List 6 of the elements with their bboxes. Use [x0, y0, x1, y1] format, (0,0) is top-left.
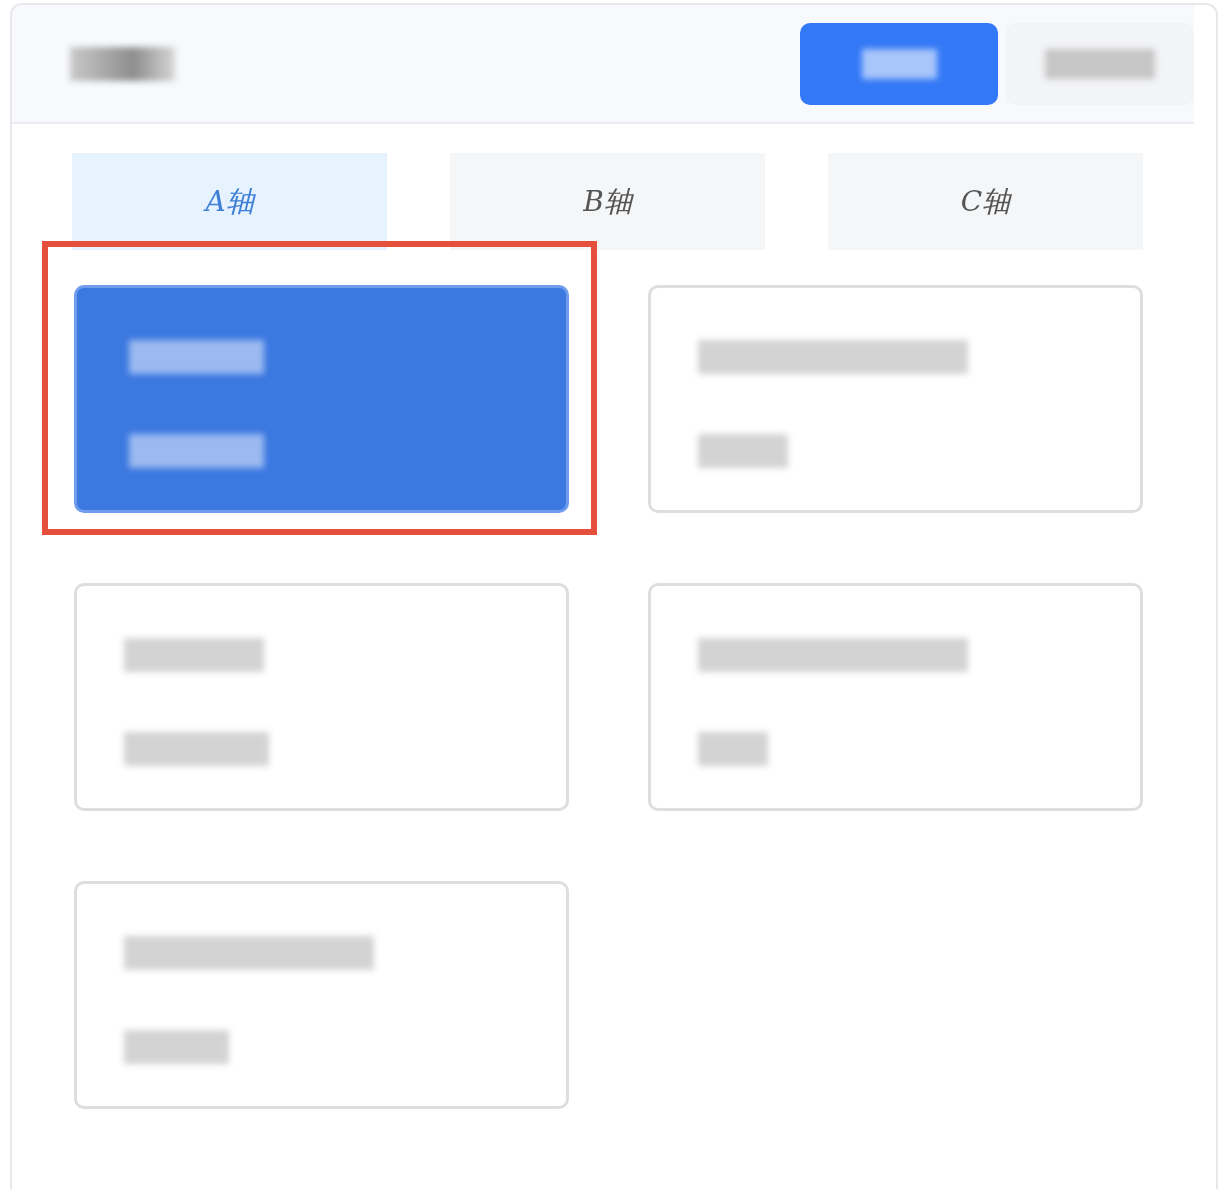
axis-tab[interactable]: A轴 — [72, 153, 387, 250]
option-card[interactable] — [74, 285, 569, 513]
header-button[interactable] — [800, 22, 998, 105]
axis-tab[interactable]: B轴 — [450, 153, 765, 250]
header-button[interactable] — [1006, 22, 1194, 105]
axis-tab[interactable]: C轴 — [828, 153, 1143, 250]
